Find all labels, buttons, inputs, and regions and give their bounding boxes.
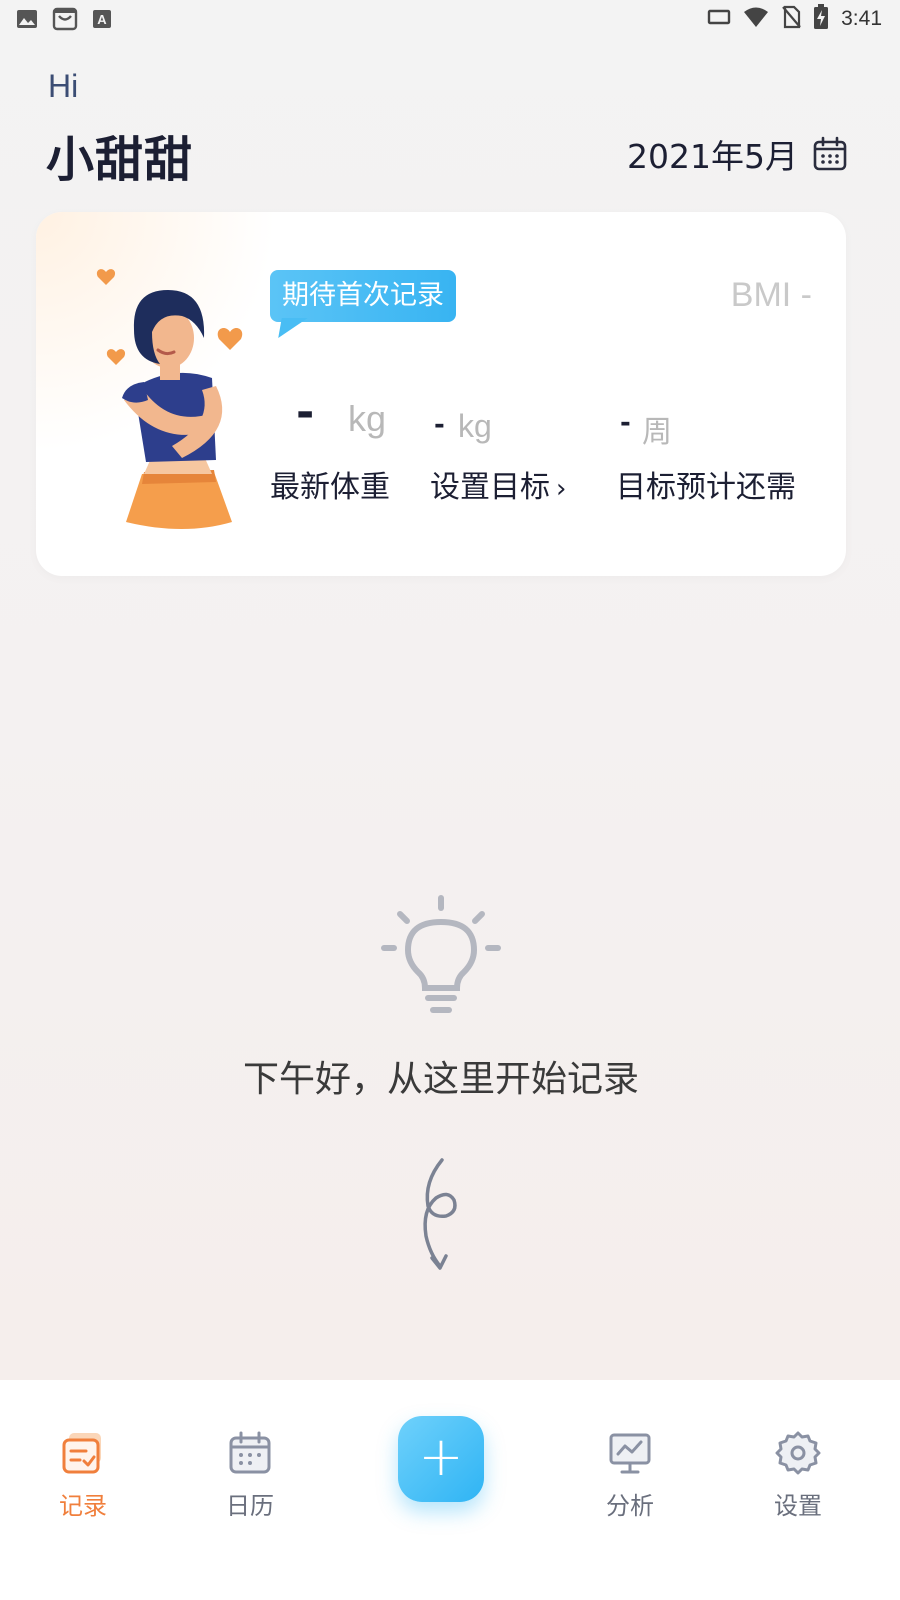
set-goal-button[interactable]: 设置目标 › — [430, 462, 566, 506]
nav-settings[interactable]: 设置 — [743, 1430, 853, 1521]
username: 小甜甜 — [46, 132, 194, 188]
bottom-navigation: 记录 日历 + 分析 设置 — [0, 1380, 900, 1600]
nav-analysis[interactable]: 分析 — [575, 1430, 685, 1521]
cast-icon — [707, 7, 731, 31]
status-system-icons: 3:41 — [707, 4, 882, 34]
status-notification-icons: A — [16, 6, 112, 36]
records-icon — [62, 1433, 101, 1474]
analysis-icon — [609, 1433, 651, 1474]
goal-weight-value: - — [434, 410, 445, 440]
calendar-icon — [813, 136, 847, 171]
settings-icon — [775, 1431, 821, 1475]
goal-weight-unit: kg — [458, 408, 492, 444]
nav-records-label: 记录 — [59, 1492, 107, 1520]
latest-weight-value: - — [296, 387, 315, 438]
status-time: 3:41 — [841, 7, 882, 30]
nav-analysis-label: 分析 — [606, 1492, 654, 1520]
weight-summary-card: 期待首次记录 BMI - - kg - kg - 周 最新体重 设置目标 › 目标… — [36, 212, 846, 576]
set-goal-label: 设置目标 — [430, 470, 550, 505]
greeting-text: Hi — [48, 68, 79, 104]
month-text: 2021年5月 — [627, 137, 798, 176]
badge-tail — [278, 318, 308, 338]
weeks-remaining-value: - — [620, 408, 631, 438]
empty-state-message: 下午好，从这里开始记录 — [242, 1059, 639, 1100]
lightbulb-icon — [381, 895, 501, 1013]
first-record-badge: 期待首次记录 — [270, 270, 456, 322]
nav-settings-label: 设置 — [774, 1492, 822, 1520]
status-bar: A 3:41 — [0, 0, 900, 38]
weeks-remaining-unit: 周 — [642, 415, 672, 450]
weeks-remaining-label: 目标预计还需 — [616, 470, 796, 505]
nav-calendar[interactable]: 日历 — [195, 1430, 305, 1521]
bmi-value: BMI - — [730, 276, 812, 314]
calendar-icon — [229, 1431, 271, 1474]
month-selector[interactable]: 2021年5月 — [627, 130, 848, 178]
nav-calendar-label: 日历 — [226, 1492, 274, 1520]
chevron-right-icon: › — [556, 474, 567, 504]
svg-text:A: A — [97, 12, 107, 27]
battery-charging-icon — [813, 4, 829, 34]
app-notification-icon: A — [92, 9, 112, 33]
shopping-notification-icon — [52, 6, 78, 36]
latest-weight-label: 最新体重 — [270, 470, 390, 505]
latest-weight-unit: kg — [348, 398, 387, 439]
gallery-notification-icon — [16, 8, 38, 34]
wifi-icon — [743, 6, 769, 32]
no-sim-icon — [781, 5, 801, 33]
curly-arrow-down-icon — [423, 1158, 457, 1270]
add-record-button[interactable]: + — [398, 1416, 484, 1502]
self-hug-illustration — [96, 269, 243, 529]
nav-records[interactable]: 记录 — [28, 1430, 138, 1521]
